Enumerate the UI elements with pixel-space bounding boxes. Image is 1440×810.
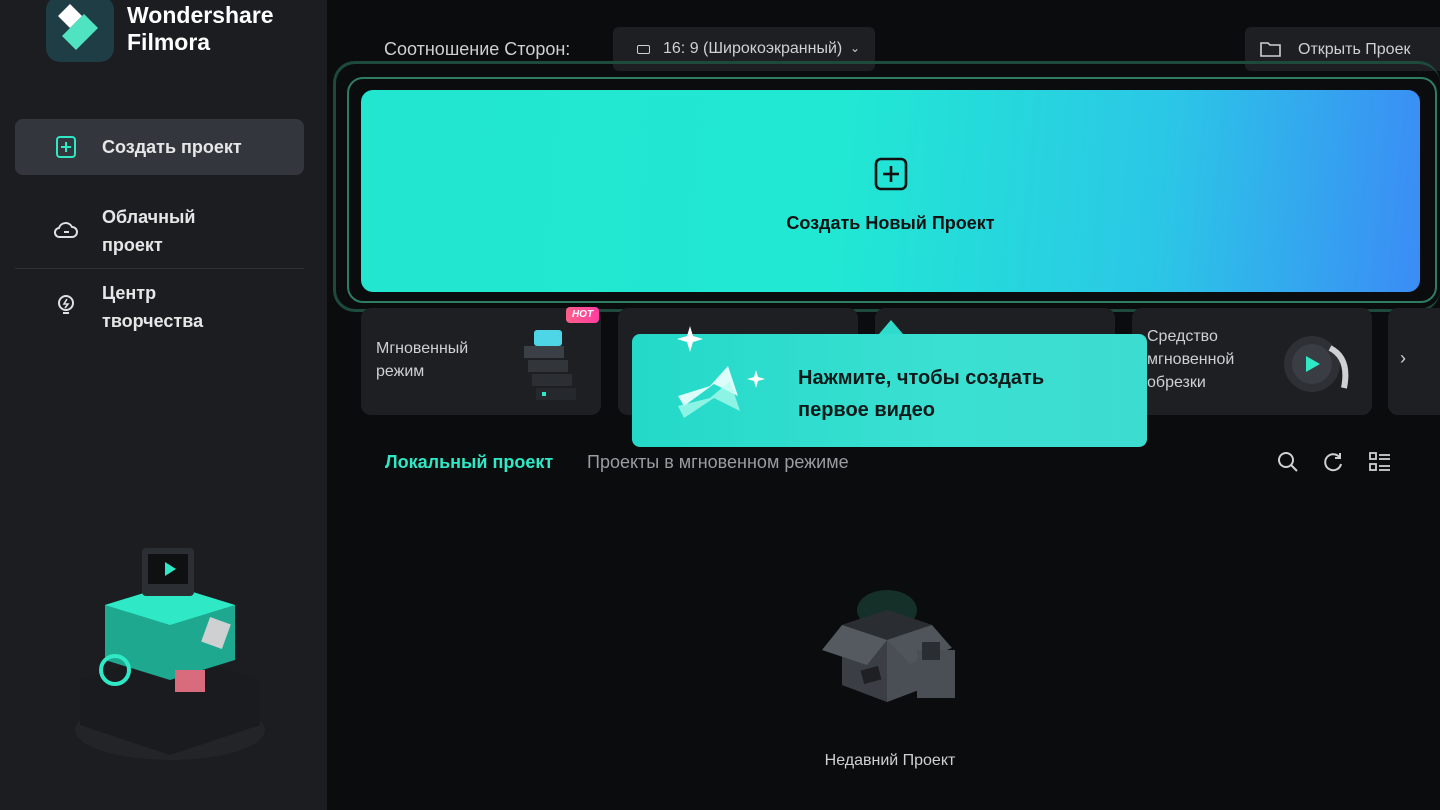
refresh-icon[interactable] xyxy=(1321,450,1345,474)
hot-badge: HOT xyxy=(566,307,599,323)
sidebar: Wondershare Filmora Создать проект Облач… xyxy=(0,0,327,810)
label-line1: Средство xyxy=(1147,328,1218,345)
empty-box-icon xyxy=(822,590,955,702)
sparkle-arrow-icon xyxy=(677,326,765,418)
label-line2: режим xyxy=(376,363,425,380)
chevron-down-icon: ⌄ xyxy=(850,41,861,55)
sidebar-item-cloud-project[interactable]: Облачный проект xyxy=(15,200,304,269)
film-stack-icon xyxy=(524,330,576,400)
label-line2: проект xyxy=(102,235,163,255)
chevron-right-icon: › xyxy=(1400,348,1406,368)
scroll-right-button[interactable]: › xyxy=(1388,308,1440,415)
create-new-project-button[interactable]: Создать Новый Проект xyxy=(361,90,1420,292)
search-icon[interactable] xyxy=(1276,450,1300,474)
instant-cutter-label: Средство мгновенной обрезки xyxy=(1147,325,1234,394)
sidebar-item-create-project[interactable]: Создать проект xyxy=(15,119,304,175)
plus-square-icon xyxy=(874,157,908,191)
label-line2: творчества xyxy=(102,311,204,331)
sidebar-item-creative-center[interactable]: Центр творчества xyxy=(15,276,304,342)
cloud-icon xyxy=(53,222,78,238)
tab-local-project[interactable]: Локальный проект xyxy=(385,452,553,473)
label-line3: обрезки xyxy=(1147,374,1206,391)
label-line1: Облачный xyxy=(102,207,196,227)
instant-mode-card[interactable]: Мгновенный режим xyxy=(361,308,601,415)
instant-cutter-card[interactable]: Средство мгновенной обрезки xyxy=(1132,308,1372,415)
tooltip-line1: Нажмите, чтобы создать xyxy=(798,367,1045,389)
brand-name: Wondershare Filmora xyxy=(127,2,274,56)
tooltip-arrow xyxy=(879,320,903,334)
aspect-ratio-label: Соотношение Сторон: xyxy=(384,39,571,59)
open-project-label: Открыть Проек xyxy=(1298,41,1411,58)
tooltip-text: Нажмите, чтобы создать первое видео xyxy=(798,362,1044,426)
widescreen-icon xyxy=(637,45,650,54)
brand-line2: Filmora xyxy=(127,29,211,55)
editing-desk-illustration xyxy=(75,548,265,760)
folder-icon xyxy=(1260,42,1281,57)
filmora-logo-icon xyxy=(46,0,114,62)
brand-line1: Wondershare xyxy=(127,2,274,28)
list-view-icon[interactable] xyxy=(1368,450,1392,474)
sidebar-item-label: Создать проект xyxy=(102,137,242,157)
tab-instant-projects[interactable]: Проекты в мгновенном режиме xyxy=(587,452,849,473)
create-new-project-label: Создать Новый Проект xyxy=(786,213,995,233)
recent-project-label: Недавний Проект xyxy=(824,752,956,769)
tooltip-line2: первое видео xyxy=(798,399,935,421)
plus-square-icon xyxy=(56,136,76,158)
lightbulb-icon xyxy=(58,295,74,314)
film-reel-icon xyxy=(1284,336,1349,392)
label-line1: Центр xyxy=(102,283,157,303)
instant-mode-label: Мгновенный режим xyxy=(376,337,468,383)
label-line1: Мгновенный xyxy=(376,340,469,357)
sidebar-item-label: Облачный проект xyxy=(102,203,195,259)
onboarding-tooltip[interactable]: Нажмите, чтобы создать первое видео xyxy=(632,326,1147,447)
label-line2: мгновенной xyxy=(1147,351,1235,368)
sidebar-item-label: Центр творчества xyxy=(102,279,203,335)
aspect-ratio-value: 16: 9 (Широкоэкранный) xyxy=(663,40,843,57)
